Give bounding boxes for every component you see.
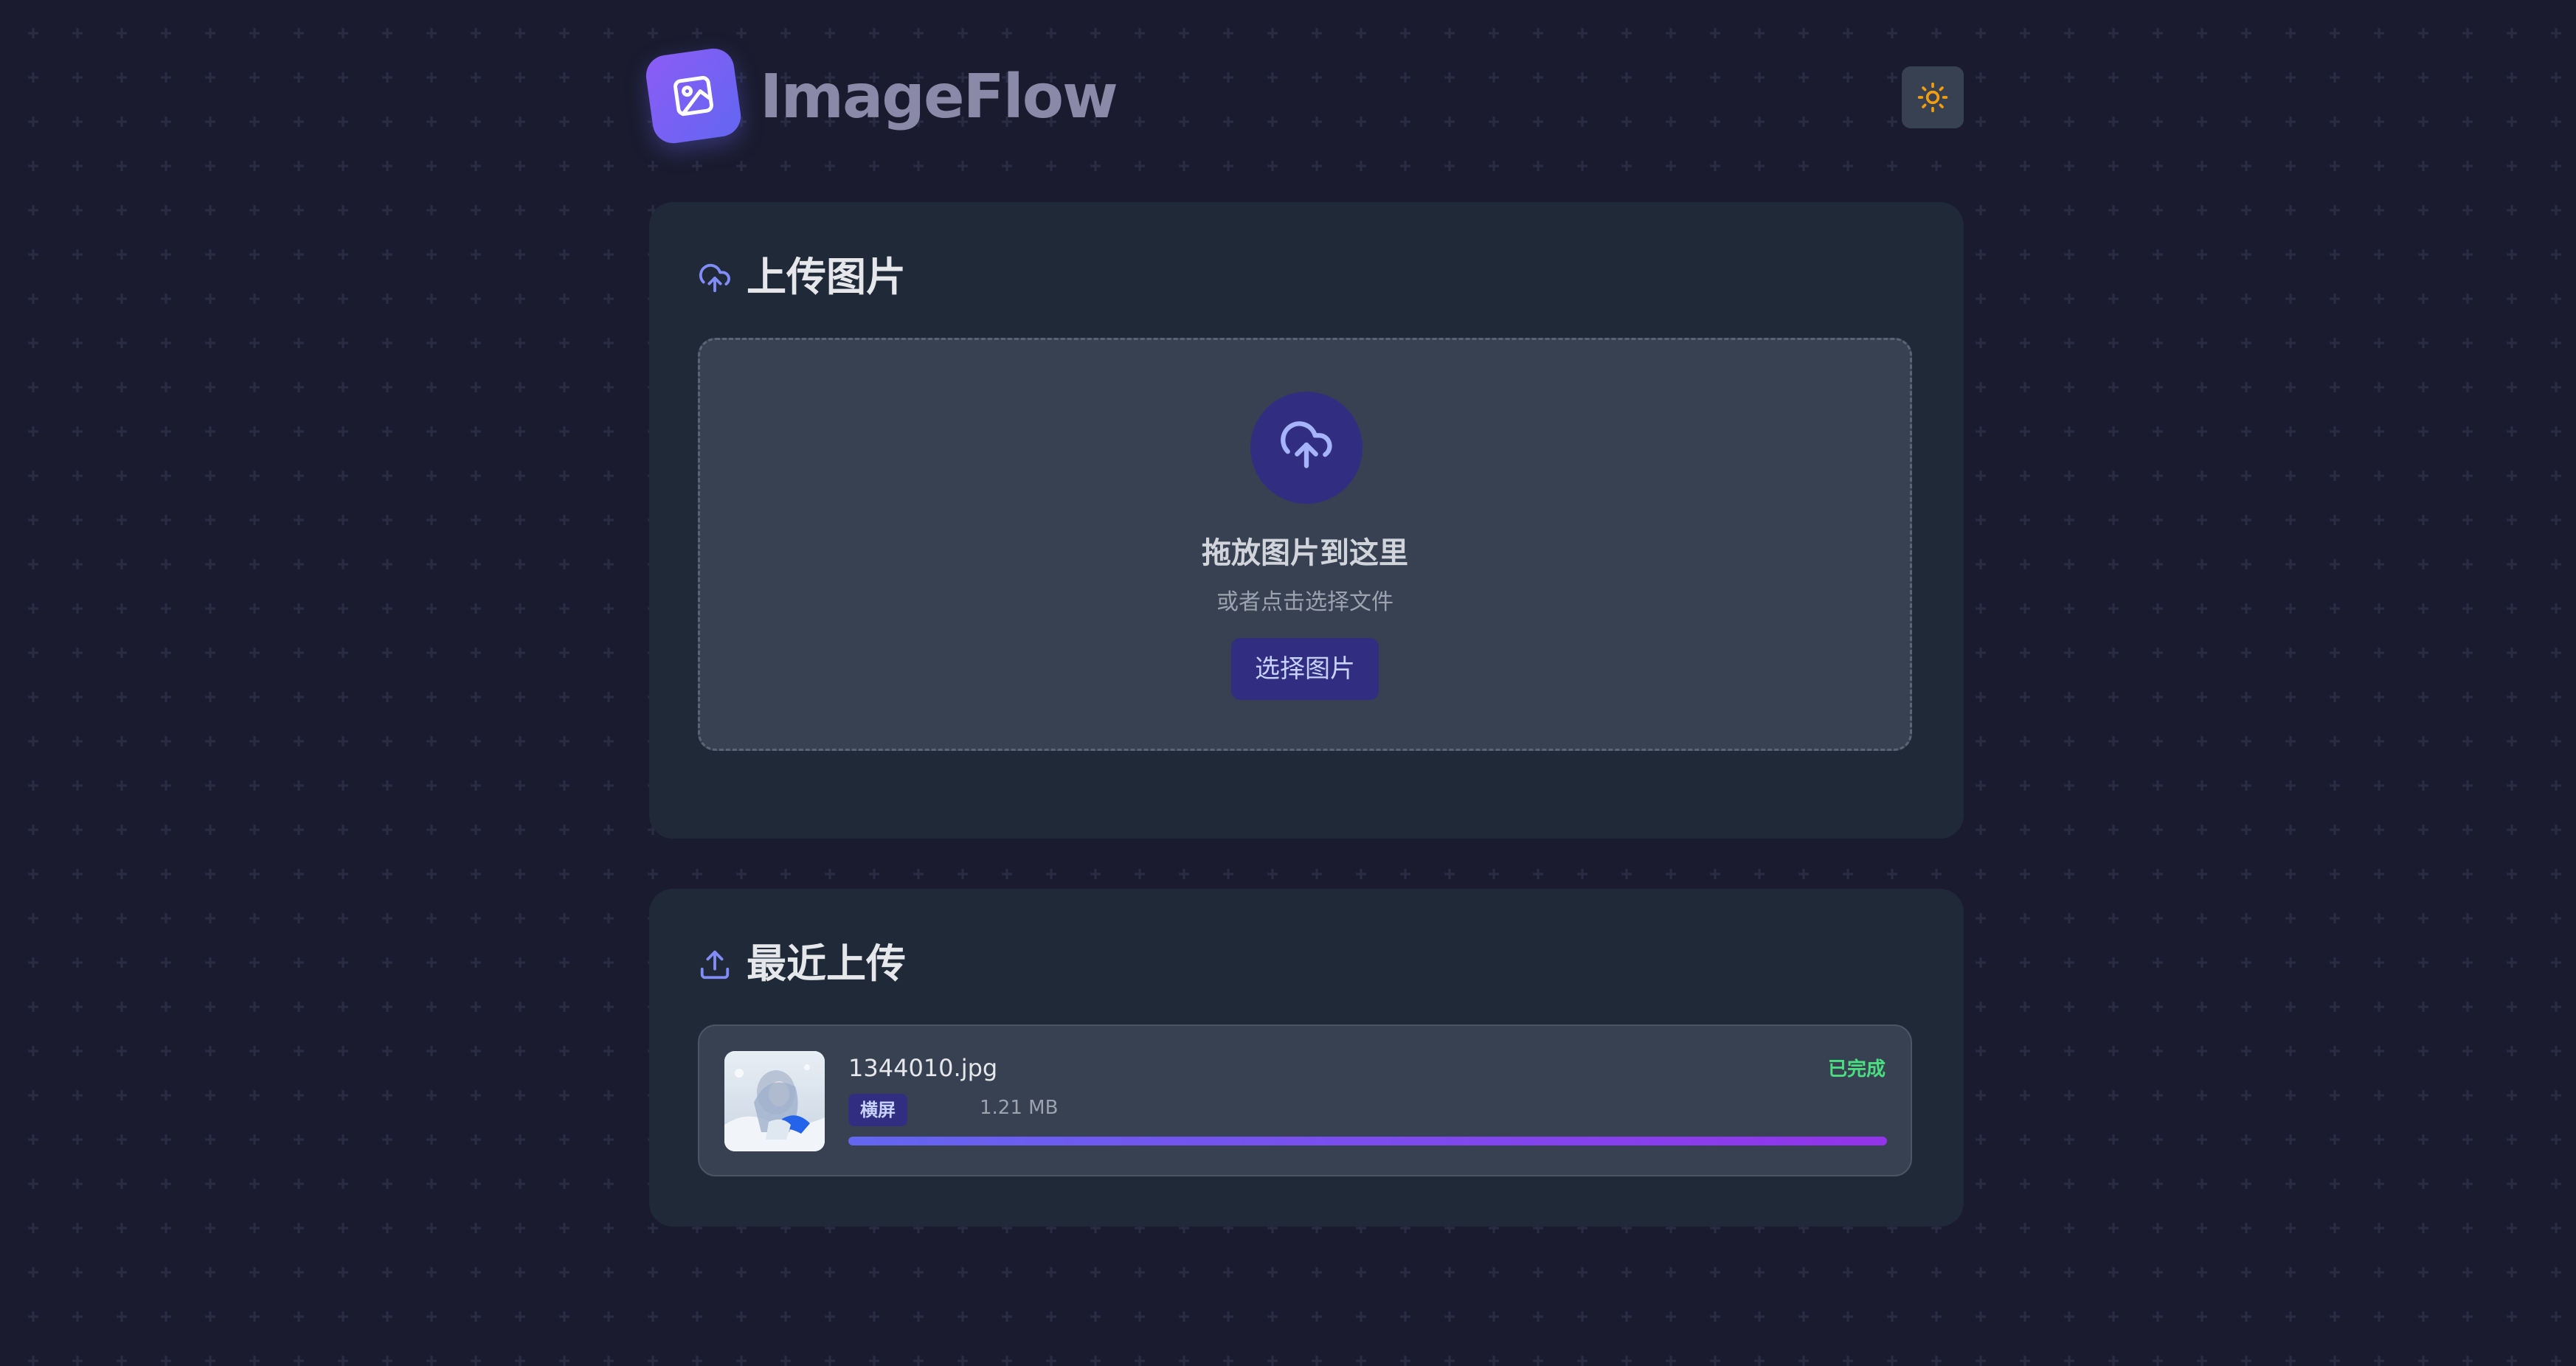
dropzone-subtitle: 或者点击选择文件 [1216,589,1393,615]
app-header: ImageFlow [643,46,1964,146]
recent-uploads-card: 最近上传 1344010.jpg 已完成 横屏 1.21 MB [649,889,1964,1227]
recent-section-title: 最近上传 [747,940,906,987]
app-logo [643,46,744,146]
upload-card: 上传图片 拖放图片到这里 或者点击选择文件 选择图片 [649,202,1964,839]
upload-dropzone[interactable]: 拖放图片到这里 或者点击选择文件 选择图片 [698,338,1912,751]
upload-section-title: 上传图片 [747,254,906,300]
file-name: 1344010.jpg [848,1054,998,1082]
cloud-upload-icon [1281,421,1332,468]
cloud-upload-icon [699,263,730,293]
upload-progress-bar [848,1137,1887,1145]
upload-icon [700,950,730,980]
dropzone-icon-circle [1250,392,1363,504]
orientation-tag: 横屏 [848,1094,907,1126]
select-image-button[interactable]: 选择图片 [1231,638,1379,700]
file-size: 1.21 MB [980,1097,1059,1119]
dropzone-title: 拖放图片到这里 [1202,536,1408,570]
thumbnail-image [724,1051,825,1151]
list-item[interactable]: 1344010.jpg 已完成 横屏 1.21 MB [698,1024,1912,1176]
app-title: ImageFlow [760,62,1118,132]
theme-toggle-button[interactable] [1902,66,1964,128]
status-badge: 已完成 [1827,1058,1886,1081]
file-thumbnail[interactable] [724,1051,825,1151]
sun-icon [1917,82,1948,113]
image-icon [674,76,713,117]
upload-progress-fill [848,1137,1887,1145]
